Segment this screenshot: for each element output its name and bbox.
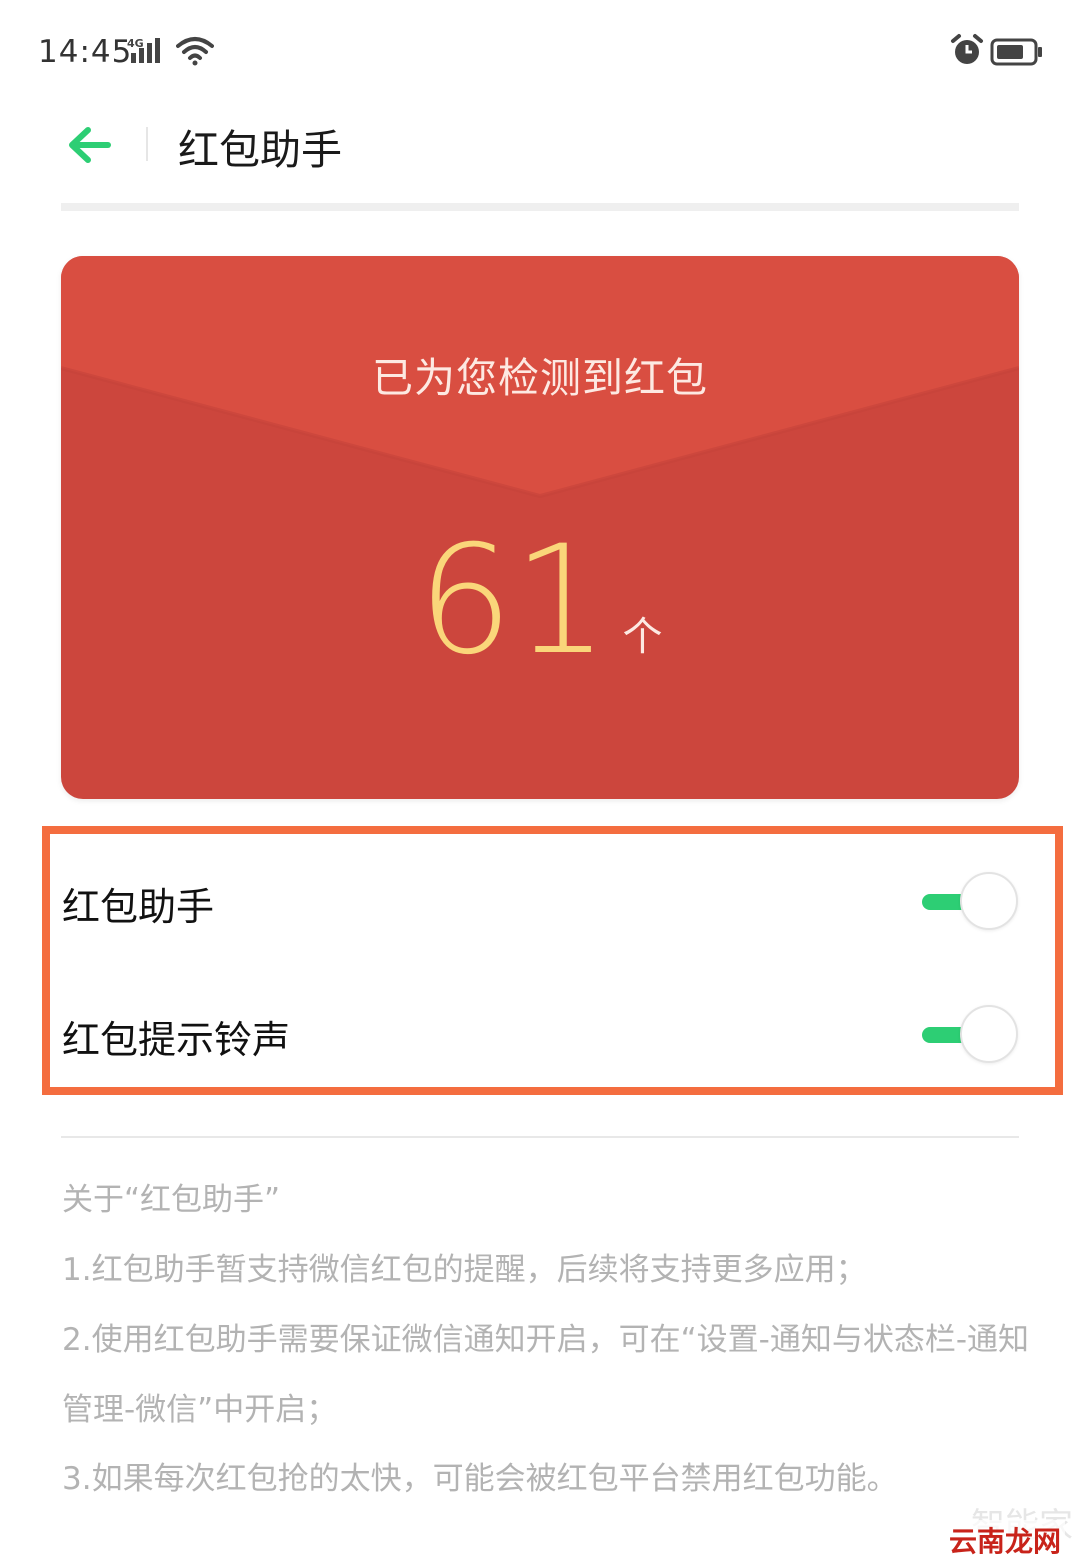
about-line-1: 1.红包助手暂支持微信红包的提醒，后续将支持更多应用； — [62, 1252, 867, 1288]
wifi-icon — [176, 36, 214, 70]
setting-row-ringtone[interactable]: 红包提示铃声 — [62, 985, 1022, 1085]
page-title: 红包助手 — [178, 126, 342, 174]
setting-label: 红包助手 — [62, 885, 215, 929]
back-button[interactable] — [64, 122, 114, 168]
toggle-knob — [960, 872, 1018, 930]
red-packet-count: 61 — [417, 514, 609, 688]
watermark: 智能家 云南龙网 — [945, 1502, 1075, 1560]
count-display: 61 个 — [61, 526, 1019, 676]
ringtone-toggle[interactable] — [920, 1003, 1020, 1067]
about-separator — [61, 1136, 1019, 1138]
battery-icon — [990, 38, 1044, 70]
arrow-left-icon — [69, 127, 111, 163]
toggle-knob — [960, 1005, 1018, 1063]
about-line-3: 管理-微信”中开启； — [62, 1392, 338, 1428]
detected-subtitle: 已为您检测到红包 — [372, 354, 708, 402]
status-time: 14:45 — [38, 34, 133, 70]
status-bar: 14:45 4G — [0, 0, 1080, 100]
signal-icon: 4G — [127, 36, 167, 68]
red-packet-assistant-toggle[interactable] — [920, 870, 1020, 934]
count-unit: 个 — [622, 614, 663, 660]
setting-row-red-packet-assistant[interactable]: 红包助手 — [62, 852, 1022, 952]
red-packet-card: 已为您检测到红包 61 个 — [61, 256, 1019, 799]
setting-label: 红包提示铃声 — [62, 1018, 291, 1062]
about-line-4: 3.如果每次红包抢的太快，可能会被红包平台禁用红包功能。 — [62, 1461, 898, 1497]
about-title: 关于“红包助手” — [62, 1182, 281, 1218]
alarm-clock-icon — [950, 33, 984, 71]
about-line-2: 2.使用红包助手需要保证微信通知开启，可在“设置-通知与状态栏-通知 — [62, 1322, 1030, 1358]
header-divider — [146, 127, 148, 161]
header-separator — [61, 203, 1019, 211]
watermark-front-text: 云南龙网 — [945, 1520, 1066, 1560]
